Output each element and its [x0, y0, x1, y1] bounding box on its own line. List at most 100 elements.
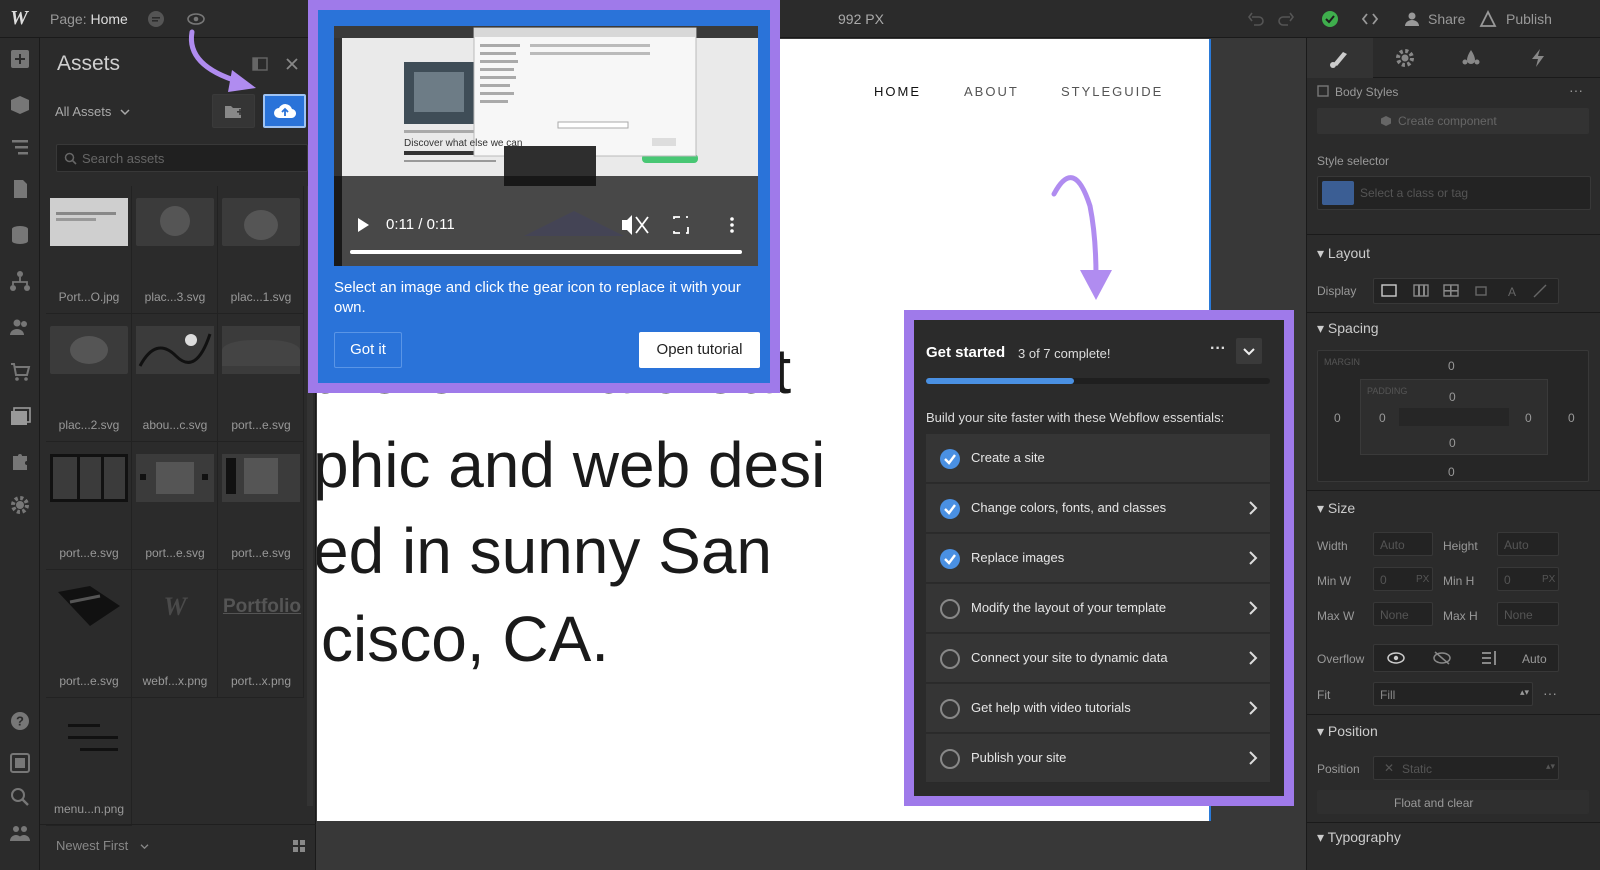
- video-tutorials-icon[interactable]: [9, 752, 31, 774]
- search-assets-input[interactable]: Search assets: [56, 144, 308, 172]
- hero-text-line[interactable]: cisco, CA.: [321, 607, 609, 671]
- got-it-button[interactable]: Got it: [334, 332, 402, 368]
- ecommerce-cart-icon[interactable]: [9, 360, 31, 382]
- team-icon[interactable]: [9, 822, 31, 844]
- position-label: Position: [1317, 762, 1360, 776]
- pages-icon[interactable]: [9, 178, 31, 200]
- hidden-eye-icon[interactable]: [1432, 651, 1452, 665]
- navigator-icon[interactable]: [9, 136, 31, 158]
- overflow-auto-option[interactable]: Auto: [1522, 652, 1547, 666]
- more-options-icon[interactable]: ···: [1210, 340, 1226, 358]
- checklist-item[interactable]: Get help with video tutorials: [926, 684, 1270, 733]
- asset-tile[interactable]: port...e.svg: [218, 442, 304, 570]
- settings-gear-icon[interactable]: [9, 494, 31, 516]
- checklist-item-label: Modify the layout of your template: [971, 600, 1167, 615]
- help-icon[interactable]: ?: [9, 710, 31, 732]
- asset-tile[interactable]: port...e.svg: [46, 442, 132, 570]
- width-input[interactable]: Auto: [1373, 532, 1433, 556]
- search-icon[interactable]: [9, 786, 31, 808]
- asset-tile[interactable]: Portfolio port...x.png: [218, 570, 304, 698]
- asset-tile[interactable]: port...e.svg: [132, 442, 218, 570]
- share-button[interactable]: Share: [1428, 11, 1465, 27]
- fit-select[interactable]: Fill ▴▾: [1373, 682, 1533, 706]
- max-width-input[interactable]: None: [1373, 602, 1433, 626]
- typography-section-header[interactable]: ▾ Typography: [1317, 829, 1401, 846]
- asset-tile[interactable]: port...e.svg: [46, 570, 132, 698]
- position-select[interactable]: ✕ Static ▴▾: [1373, 756, 1559, 780]
- max-height-input[interactable]: None: [1497, 602, 1559, 626]
- height-input[interactable]: Auto: [1497, 532, 1559, 556]
- asset-tile[interactable]: plac...3.svg: [132, 186, 218, 314]
- fit-more-options[interactable]: ···: [1543, 685, 1557, 701]
- visible-eye-icon[interactable]: [1386, 651, 1406, 665]
- checklist-item[interactable]: Connect your site to dynamic data: [926, 634, 1270, 683]
- symbols-cube-icon[interactable]: [9, 94, 31, 116]
- nav-link-about[interactable]: ABOUT: [964, 84, 1019, 99]
- left-toolbar: ?: [0, 38, 40, 870]
- asset-tile[interactable]: Port...O.jpg: [46, 186, 132, 314]
- checklist-item[interactable]: Change colors, fonts, and classes: [926, 484, 1270, 533]
- new-folder-button[interactable]: [212, 94, 255, 128]
- float-and-clear-button[interactable]: Float and clear: [1317, 790, 1589, 814]
- asset-tile[interactable]: plac...1.svg: [218, 186, 304, 314]
- users-icon[interactable]: [9, 316, 31, 338]
- create-component-button[interactable]: Create component: [1317, 108, 1589, 134]
- comment-icon[interactable]: [146, 9, 166, 29]
- padding-box[interactable]: PADDING 0 0 0 0: [1360, 379, 1548, 455]
- grid-view-icon[interactable]: [292, 839, 306, 853]
- hero-text-line[interactable]: ed in sunny San: [317, 519, 772, 583]
- undo-icon[interactable]: [1246, 9, 1266, 29]
- hero-text-line[interactable]: phic and web desi: [317, 433, 825, 497]
- margin-box[interactable]: MARGIN 0 0 0 0 PADDING 0 0 0 0: [1317, 350, 1589, 482]
- tab-style[interactable]: [1307, 38, 1373, 78]
- page-selector[interactable]: Page: Home: [50, 11, 128, 27]
- body-styles-label: Body Styles: [1335, 85, 1399, 99]
- sort-dropdown[interactable]: Newest First: [56, 838, 128, 853]
- tab-style-manager[interactable]: [1439, 38, 1505, 78]
- position-section-header[interactable]: ▾ Position: [1317, 723, 1378, 740]
- tab-settings[interactable]: [1373, 38, 1439, 78]
- redo-icon[interactable]: [1276, 9, 1296, 29]
- collapse-button[interactable]: [1236, 338, 1262, 364]
- asset-tile[interactable]: menu...n.png: [46, 698, 132, 826]
- tutorial-video[interactable]: Discover what else we can 0:11 / 0:11: [334, 26, 758, 266]
- tab-interactions[interactable]: [1505, 38, 1571, 78]
- publish-button[interactable]: Publish: [1506, 11, 1552, 27]
- code-icon[interactable]: [1360, 9, 1380, 29]
- asset-tile[interactable]: abou...c.svg: [132, 314, 218, 442]
- more-options-icon[interactable]: ···: [1569, 82, 1583, 98]
- checklist-item[interactable]: Replace images: [926, 534, 1270, 583]
- assets-icon[interactable]: [9, 406, 31, 428]
- page-name: Home: [90, 11, 128, 27]
- checklist-item-label: Publish your site: [971, 750, 1067, 765]
- asset-filter-dropdown[interactable]: All Assets: [55, 104, 111, 119]
- chevron-right-icon: [1248, 700, 1258, 716]
- checklist-item[interactable]: Publish your site: [926, 734, 1270, 783]
- scroll-icon[interactable]: [1480, 650, 1498, 666]
- style-selector-input[interactable]: Select a class or tag: [1317, 176, 1591, 210]
- component-icon: [1381, 116, 1391, 126]
- upload-button[interactable]: [263, 94, 306, 128]
- asset-tile[interactable]: port...e.svg: [218, 314, 304, 442]
- nav-link-home[interactable]: HOME: [874, 84, 921, 99]
- layout-section-header[interactable]: ▾ Layout: [1317, 245, 1370, 262]
- size-section-header[interactable]: ▾ Size: [1317, 500, 1355, 517]
- logic-flow-icon[interactable]: [9, 270, 31, 292]
- checklist-item[interactable]: Create a site: [926, 434, 1270, 483]
- apps-puzzle-icon[interactable]: [9, 450, 31, 472]
- cms-database-icon[interactable]: [9, 224, 31, 246]
- checklist-item[interactable]: Modify the layout of your template: [926, 584, 1270, 633]
- open-tutorial-button[interactable]: Open tutorial: [639, 332, 760, 368]
- asset-tile[interactable]: plac...2.svg: [46, 314, 132, 442]
- webflow-logo[interactable]: W: [6, 7, 32, 31]
- canvas-width: 992 PX: [838, 11, 884, 27]
- nav-link-styleguide[interactable]: STYLEGUIDE: [1061, 84, 1163, 99]
- min-width-input[interactable]: 0 PX: [1373, 567, 1433, 591]
- spacing-section-header[interactable]: ▾ Spacing: [1317, 320, 1379, 337]
- asset-label: port...e.svg: [231, 546, 291, 560]
- asset-tile[interactable]: Wwebf...x.png: [132, 570, 218, 698]
- min-height-input[interactable]: 0 PX: [1497, 567, 1559, 591]
- add-elements-icon[interactable]: [9, 48, 31, 70]
- user-icon: [1405, 12, 1419, 26]
- close-icon[interactable]: [284, 56, 300, 72]
